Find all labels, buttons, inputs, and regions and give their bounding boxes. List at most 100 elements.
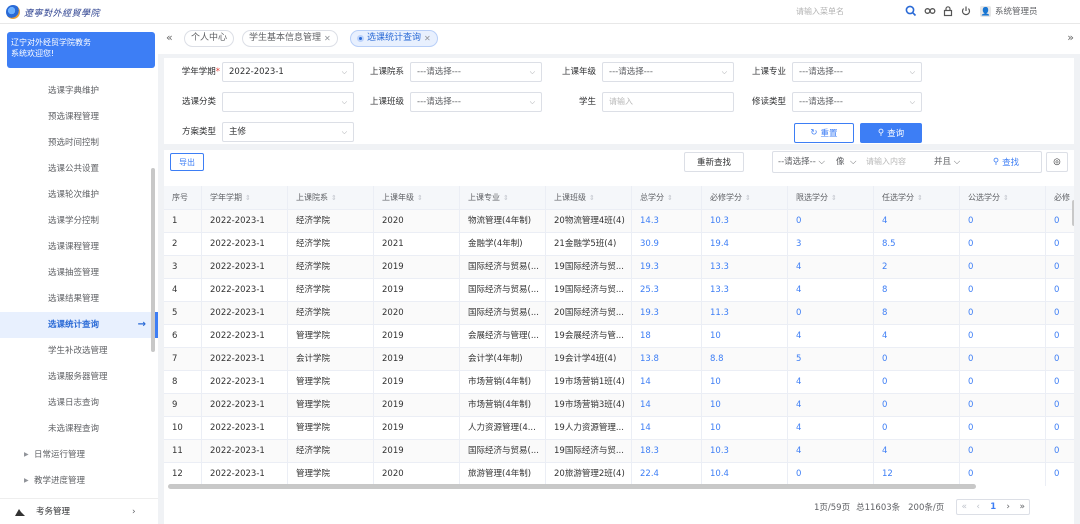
column-header[interactable]: 上课年级 ⇕ <box>374 186 460 209</box>
re-search-button[interactable]: 重新查找 <box>684 152 744 172</box>
current-page[interactable]: 1 <box>985 499 1001 515</box>
close-icon[interactable]: ✕ <box>324 31 331 46</box>
sort-icon[interactable]: ⇕ <box>245 194 251 202</box>
sidebar-item-course-management[interactable]: 选课课程管理 <box>0 234 158 260</box>
collapse-sidebar-icon[interactable]: « <box>166 31 173 44</box>
sidebar-scrollbar[interactable] <box>151 168 155 352</box>
sort-icon[interactable]: ⇕ <box>745 194 751 202</box>
settings-icon[interactable]: ◎ <box>1046 152 1068 172</box>
user-name: 系统管理员 <box>995 7 1038 17</box>
sidebar-item-student-change[interactable]: 学生补改选管理 <box>0 338 158 364</box>
college-select[interactable]: ---请选择--- ⌵ <box>410 62 542 82</box>
column-header[interactable]: 限选学分 ⇕ <box>788 186 874 209</box>
table-row[interactable]: 9 2022-2023-1 管理学院 2019 市场营销(4年制) 19市场营销3班(4)… <box>164 393 1080 417</box>
search-content-input[interactable]: 请输入内容 <box>866 152 930 172</box>
table-cell: 4 <box>788 325 874 348</box>
column-header[interactable]: 公选学分 ⇕ <box>960 186 1046 209</box>
scroll-tabs-right-icon[interactable]: » <box>1067 31 1074 44</box>
grade-select[interactable]: ---请选择--- ⌵ <box>602 62 734 82</box>
page-size-select[interactable]: 200条/页 <box>908 501 944 513</box>
last-page-icon[interactable]: » <box>1015 499 1029 515</box>
student-input[interactable]: 请输入 <box>602 92 734 112</box>
sort-icon[interactable]: ⇕ <box>917 194 923 202</box>
sort-icon[interactable]: ⇕ <box>417 194 423 202</box>
sort-icon[interactable]: ⇕ <box>589 194 595 202</box>
close-icon[interactable]: ✕ <box>424 31 431 46</box>
table-row[interactable]: 11 2022-2023-1 经济学院 2019 国际经济与贸易(... 19国际经济与贸… <box>164 439 1080 463</box>
column-header[interactable]: 必修学分 ⇕ <box>702 186 788 209</box>
major-select[interactable]: ---请选择--- ⌵ <box>792 62 922 82</box>
sort-icon[interactable]: ⇕ <box>831 194 837 202</box>
prev-page-icon[interactable]: ‹ <box>971 499 985 515</box>
sidebar-group-daily[interactable]: ▶ 日常运行管理 <box>0 442 158 468</box>
sidebar-item-results[interactable]: 选课结果管理 <box>0 286 158 312</box>
table-row[interactable]: 10 2022-2023-1 管理学院 2019 人力资源管理(4... 19人力资源管理… <box>164 416 1080 440</box>
right-gutter <box>1074 54 1080 524</box>
table-horizontal-scrollbar[interactable] <box>168 484 976 489</box>
table-cell: 国际经济与贸易(... <box>460 256 546 279</box>
column-header[interactable]: 上课院系 ⇕ <box>288 186 374 209</box>
chevron-down-icon[interactable]: ⌵ <box>850 152 862 172</box>
sidebar-item-dictionary[interactable]: 选课字典维护 <box>0 78 158 104</box>
welcome-line-1: 辽宁对外经贸学院教务 <box>11 38 91 47</box>
search-field-select[interactable]: --请选择-- ⌵ <box>778 152 840 172</box>
column-header[interactable]: 上课班级 ⇕ <box>546 186 632 209</box>
class-select[interactable]: ---请选择--- ⌵ <box>410 92 542 112</box>
study-type-select[interactable]: ---请选择--- ⌵ <box>792 92 922 112</box>
tab-personal-center[interactable]: 个人中心 <box>184 30 235 47</box>
table-row[interactable]: 12 2022-2023-1 管理学院 2020 旅游管理(4年制) 20旅游管理2班(4… <box>164 462 1080 486</box>
table-row[interactable]: 6 2022-2023-1 管理学院 2019 会展经济与管理(... 19会展经济与管.… <box>164 324 1080 348</box>
plan-select[interactable]: 主修 ⌵ <box>222 122 354 142</box>
table-row[interactable]: 4 2022-2023-1 经济学院 2019 国际经济与贸易(... 19国际经济与贸.… <box>164 278 1080 302</box>
table-cell: 19国际经济与贸... <box>546 256 632 279</box>
lock-icon[interactable] <box>940 3 956 19</box>
reset-button[interactable]: ↻ 重置 <box>794 123 854 143</box>
year-select[interactable]: 2022-2023-1 ⌵ <box>222 62 354 82</box>
sidebar-item-logs[interactable]: 选课日志查询 <box>0 390 158 416</box>
tab-student-info[interactable]: 学生基本信息管理 ✕ <box>242 30 338 47</box>
sidebar-module-exam[interactable]: 考务管理 › <box>0 498 158 524</box>
table-row[interactable]: 1 2022-2023-1 经济学院 2020 物流管理(4年制) 20物流管理4班(4)… <box>164 209 1080 233</box>
first-page-icon[interactable]: « <box>957 499 971 515</box>
table-cell: 5 <box>788 348 874 371</box>
table-row[interactable]: 7 2022-2023-1 会计学院 2019 会计学(4年制) 19会计学4班(4) 13… <box>164 347 1080 371</box>
user-menu[interactable]: 👤 系统管理员 <box>980 3 1038 19</box>
column-header[interactable]: 学年学期 ⇕ <box>202 186 288 209</box>
sidebar-item-unselected[interactable]: 未选课程查询 <box>0 416 158 442</box>
search-icon[interactable] <box>903 3 919 19</box>
sidebar-item-public-settings[interactable]: 选课公共设置 <box>0 156 158 182</box>
power-icon[interactable] <box>958 3 974 19</box>
logic-select[interactable]: 并且 ⌵ <box>934 152 974 172</box>
sidebar-item-server[interactable]: 选课服务器管理 <box>0 364 158 390</box>
logo-text: 遼寧對外經貿學院 <box>24 8 101 19</box>
sort-icon[interactable]: ⇕ <box>331 194 337 202</box>
sidebar-item-statistics[interactable]: 选课统计查询 → <box>0 312 158 338</box>
sidebar-item-preselect-time[interactable]: 预选时间控制 <box>0 130 158 156</box>
sort-icon[interactable]: ⇕ <box>667 194 673 202</box>
table-cell: 2022-2023-1 <box>202 279 288 302</box>
table-row[interactable]: 3 2022-2023-1 经济学院 2019 国际经济与贸易(... 19国际经济与贸.… <box>164 255 1080 279</box>
sidebar-group-progress[interactable]: ▶ 教学进度管理 <box>0 468 158 494</box>
export-button[interactable]: 导出 <box>170 153 204 171</box>
table-row[interactable]: 2 2022-2023-1 经济学院 2021 金融学(4年制) 21金融学5班(4) 30… <box>164 232 1080 256</box>
sidebar-item-rounds[interactable]: 选课轮次维护 <box>0 182 158 208</box>
column-header[interactable]: 上课专业 ⇕ <box>460 186 546 209</box>
menu-search-input[interactable]: 请输入菜单名 <box>792 4 886 19</box>
tab-course-statistics[interactable]: 选课统计查询 ✕ <box>350 30 438 47</box>
sidebar-item-lottery[interactable]: 选课抽签管理 <box>0 260 158 286</box>
sort-icon[interactable]: ⇕ <box>1003 194 1009 202</box>
sort-icon[interactable]: ⇕ <box>503 194 509 202</box>
query-button[interactable]: ⚲ 查询 <box>860 123 922 143</box>
sidebar-item-credit-control[interactable]: 选课学分控制 <box>0 208 158 234</box>
category-select[interactable]: ⌵ <box>222 92 354 112</box>
table-row[interactable]: 5 2022-2023-1 经济学院 2020 国际经济与贸易(... 20国际经济与贸.… <box>164 301 1080 325</box>
next-page-icon[interactable]: › <box>1001 499 1015 515</box>
table-cell: 19.3 <box>632 256 702 279</box>
table-cell: 4 <box>788 417 874 440</box>
find-button[interactable]: ⚲ 查找 <box>984 152 1028 172</box>
table-row[interactable]: 8 2022-2023-1 管理学院 2019 市场营销(4年制) 19市场营销1班(4)… <box>164 370 1080 394</box>
link-icon[interactable] <box>922 3 938 19</box>
column-header[interactable]: 总学分 ⇕ <box>632 186 702 209</box>
sidebar-item-preselect-courses[interactable]: 预选课程管理 <box>0 104 158 130</box>
column-header[interactable]: 任选学分 ⇕ <box>874 186 960 209</box>
